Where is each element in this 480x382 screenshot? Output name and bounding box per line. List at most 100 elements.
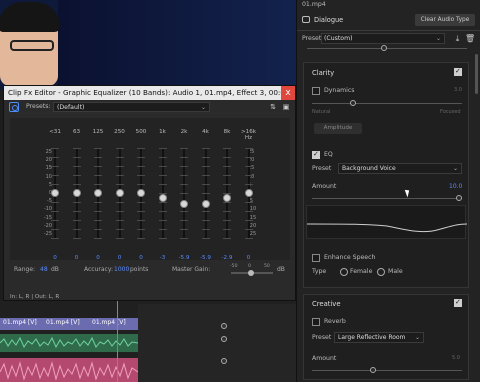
keyframe-marker[interactable] [221,358,227,364]
band-knob[interactable] [115,189,124,197]
band-value[interactable]: -5.9 [195,255,217,261]
keyframe-marker[interactable] [221,336,227,342]
band-slider[interactable] [137,148,145,239]
slider-tick [158,238,167,239]
reverb-amount-slider[interactable] [312,370,462,371]
dynamics-slider[interactable] [312,103,462,104]
save-preset-icon[interactable]: ⇅ [269,103,277,111]
chevron-down-icon: ⌄ [200,104,206,111]
top-slider-knob[interactable] [381,45,387,51]
delete-preset-icon[interactable]: ▣ [282,103,290,111]
master-gain-knob[interactable] [248,270,254,276]
db-scale-tick: 5 [38,182,52,190]
band-value[interactable]: 0 [44,255,66,261]
band-value[interactable]: -2.9 [216,255,238,261]
dynamics-label: Dynamics [324,87,355,94]
creative-checkbox[interactable] [454,298,462,307]
power-icon[interactable] [9,102,19,112]
presets-label: Presets: [26,103,51,110]
timeline-empty-area[interactable] [138,304,296,382]
band-knob[interactable] [137,189,145,197]
master-gain-label: Master Gain: [172,266,211,273]
band-slider[interactable] [72,148,81,239]
slider-tick [51,229,59,230]
dynamics-value: 3.0 [454,87,462,93]
band-slider[interactable] [201,148,210,239]
presets-dropdown[interactable]: (Default) ⌄ [53,102,210,112]
female-radio[interactable] [340,268,348,276]
amount-label: Amount [312,183,337,190]
slider-tick [51,148,59,149]
db-scale-tick: -5 [47,198,52,205]
slider-tick [137,184,145,185]
slider-tick [137,157,145,158]
preset-dropdown[interactable]: (Custom) ⌄ [321,33,445,44]
slider-tick [201,211,210,212]
band-knob[interactable] [180,199,188,208]
db-scale-tick: 0 [38,190,52,198]
band-knob[interactable] [51,189,59,197]
reverb-preset-dropdown[interactable]: Large Reflective Room ⌄ [334,332,424,343]
eq-checkbox[interactable] [312,150,320,159]
app-root: 01.mp4 [V] 01.mp4 [V] 01.mp4 [V] Clip Fx… [0,0,480,382]
reverb-checkbox[interactable] [312,318,320,326]
band-slider[interactable] [244,148,253,239]
fx-window-titlebar[interactable]: Clip Fx Editor - Graphic Equalizer (10 B… [4,86,295,100]
band-slider[interactable] [180,148,188,239]
clarity-checkbox[interactable] [454,67,462,76]
band-knob[interactable] [158,194,167,203]
slider-tick [94,166,102,167]
band-value[interactable]: 0 [238,255,260,261]
band-value[interactable]: 0 [66,255,88,261]
delete-preset-icon[interactable]: 🗑 [465,34,475,44]
playhead[interactable] [117,300,118,382]
band-knob[interactable] [244,189,253,197]
band-slider[interactable] [223,148,231,239]
dynamics-checkbox[interactable] [312,87,320,95]
file-name: 01.mp4 [302,1,326,8]
reverb-preset-value: Large Reflective Room [338,334,406,341]
top-slider-track[interactable] [307,48,467,49]
slider-tick [244,220,253,221]
amount-knob[interactable] [456,195,462,201]
keyframe-marker[interactable] [221,323,227,329]
panel-scrollbar[interactable] [475,54,478,94]
slider-tick [115,148,124,149]
dynamics-knob[interactable] [350,100,356,106]
band-knob[interactable] [94,189,102,197]
slider-tick [137,202,145,203]
slider-tick [72,157,81,158]
enhance-speech-checkbox[interactable] [312,254,320,262]
chevron-down-icon: ⌄ [452,165,458,172]
slider-tick [158,157,167,158]
slider-tick [158,220,167,221]
male-radio[interactable] [377,268,385,276]
close-button[interactable]: x [281,86,295,100]
slider-tick [94,211,102,212]
clear-audio-type-button[interactable]: Clear Audio Type [415,14,475,26]
eq-preset-dropdown[interactable]: Background Voice ⌄ [338,163,462,174]
slider-tick [115,229,124,230]
amount-slider[interactable] [312,198,462,199]
band-slider[interactable] [94,148,102,239]
range-value[interactable]: 48 [40,266,48,273]
band-slider[interactable] [158,148,167,239]
band-value[interactable]: -3 [152,255,174,261]
amount-value[interactable]: 10.0 [449,183,462,190]
master-gain-max: 50 [264,264,270,269]
amplitude-button[interactable]: Amplitude [314,123,362,134]
master-gain-unit: dB [277,266,285,273]
band-value[interactable]: -5.9 [173,255,195,261]
accuracy-value[interactable]: 1000 [114,266,129,273]
band-knob[interactable] [201,199,210,208]
reverb-preset-label: Preset [312,334,332,341]
band-value[interactable]: 0 [87,255,109,261]
band-slider[interactable] [51,148,59,239]
save-preset-icon[interactable]: ⤓ [453,34,462,44]
band-slider[interactable] [115,148,124,239]
focused-label: Focused [440,109,461,115]
band-knob[interactable] [72,189,81,197]
reverb-amount-knob[interactable] [370,367,376,373]
band-value[interactable]: 0 [109,255,131,261]
band-value[interactable]: 0 [130,255,152,261]
